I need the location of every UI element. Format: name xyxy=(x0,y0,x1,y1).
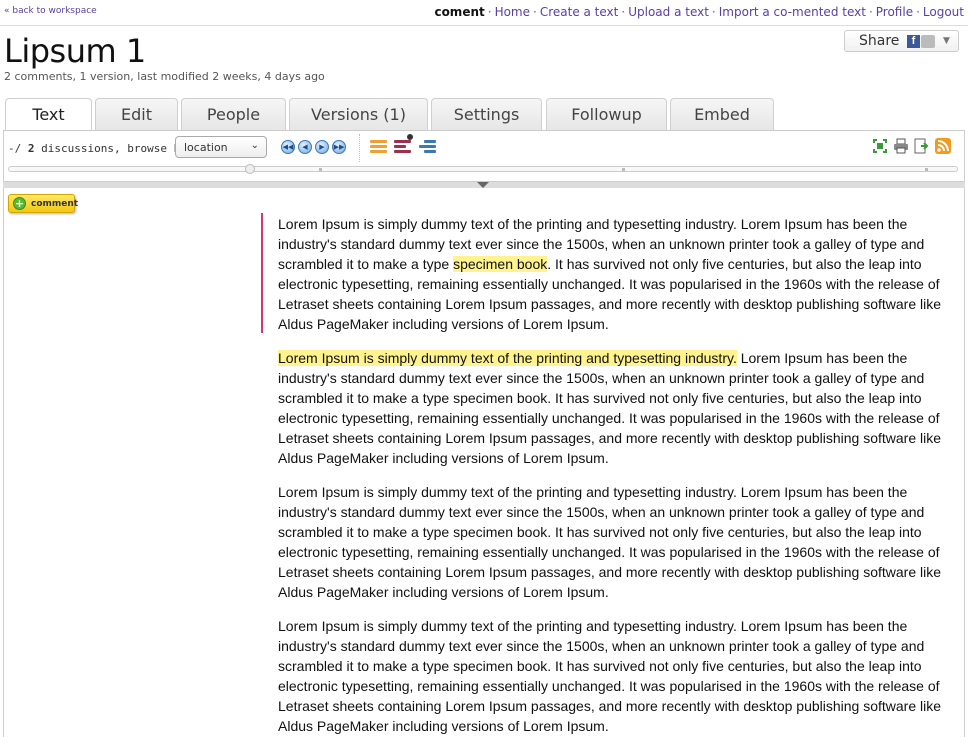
export-icon[interactable] xyxy=(914,138,930,154)
location-slider[interactable] xyxy=(8,164,958,174)
comment-scope-marker[interactable] xyxy=(261,213,263,333)
add-comment-button[interactable]: + comment xyxy=(8,194,79,213)
share-label: Share xyxy=(859,33,900,49)
fullscreen-icon[interactable] xyxy=(872,138,888,154)
highlighted-text[interactable]: specimen book xyxy=(453,256,548,272)
top-nav: coment · Home · Create a text · Upload a text ·… xyxy=(434,5,964,19)
next-icon[interactable]: ▶ xyxy=(315,140,329,154)
facebook-icon: f xyxy=(907,35,920,48)
tab-people[interactable]: People xyxy=(181,98,286,130)
tab-text[interactable]: Text xyxy=(5,98,92,131)
document-body: Lorem Ipsum is simply dummy text of the … xyxy=(278,214,960,737)
last-icon[interactable]: ▶▶ xyxy=(332,140,346,154)
tab-settings[interactable]: Settings xyxy=(431,98,542,130)
profile-link[interactable]: Profile xyxy=(876,5,913,19)
first-icon[interactable]: ◀◀ xyxy=(281,140,295,154)
paragraph: Lorem Ipsum is simply dummy text of the … xyxy=(278,216,942,332)
page-title: Lipsum 1 xyxy=(4,32,146,70)
highlighted-text[interactable]: Lorem Ipsum is simply dummy text of the … xyxy=(278,350,737,366)
caret-down-icon: ▼ xyxy=(943,36,950,46)
upload-text-link[interactable]: Upload a text xyxy=(628,5,709,19)
plus-icon: + xyxy=(13,197,26,210)
paragraph: Lorem Ipsum is simply dummy text of the … xyxy=(278,618,942,734)
home-link[interactable]: Home xyxy=(495,5,530,19)
browse-by-value: location xyxy=(184,141,228,154)
import-text-link[interactable]: Import a co-mented text xyxy=(719,5,866,19)
top-bar: « back to workspace coment · Home · Create a… xyxy=(0,0,968,26)
collapse-bar[interactable] xyxy=(3,182,965,188)
browse-by-select[interactable]: location ⌄ xyxy=(175,136,267,158)
create-text-link[interactable]: Create a text xyxy=(540,5,619,19)
paragraph: Lorem Ipsum is simply dummy text of the … xyxy=(278,484,942,600)
logout-link[interactable]: Logout xyxy=(923,5,964,19)
brand-name: coment xyxy=(434,5,485,19)
tab-edit[interactable]: Edit xyxy=(95,98,178,130)
collapse-arrow-icon xyxy=(477,182,489,188)
toolbar-divider xyxy=(359,134,360,162)
view-indent-icon[interactable] xyxy=(419,140,436,154)
view-threads-icon[interactable] xyxy=(394,134,413,154)
paragraph: Lorem Ipsum is simply dummy text of the … xyxy=(278,350,942,466)
view-list-icon[interactable] xyxy=(370,140,387,154)
discussion-count: -/ 2 discussions, browse by: xyxy=(8,142,194,155)
document-meta: 2 comments, 1 version, last modified 2 w… xyxy=(4,70,325,83)
tab-embed[interactable]: Embed xyxy=(670,98,774,130)
tab-followup[interactable]: Followup xyxy=(546,98,667,130)
share-generic-icon xyxy=(921,35,935,48)
tab-versions[interactable]: Versions (1) xyxy=(289,98,428,130)
chevron-down-icon: ⌄ xyxy=(250,140,259,151)
add-comment-label: comment xyxy=(31,199,79,209)
discussion-toolbar: -/ 2 discussions, browse by: location ⌄ … xyxy=(3,130,965,182)
print-icon[interactable] xyxy=(893,138,909,154)
back-to-workspace-link[interactable]: « back to workspace xyxy=(4,6,97,16)
slider-thumb[interactable] xyxy=(245,164,255,174)
share-button[interactable]: Share f ▼ xyxy=(844,30,959,52)
prev-icon[interactable]: ◀ xyxy=(298,140,312,154)
rss-icon[interactable] xyxy=(935,138,951,154)
